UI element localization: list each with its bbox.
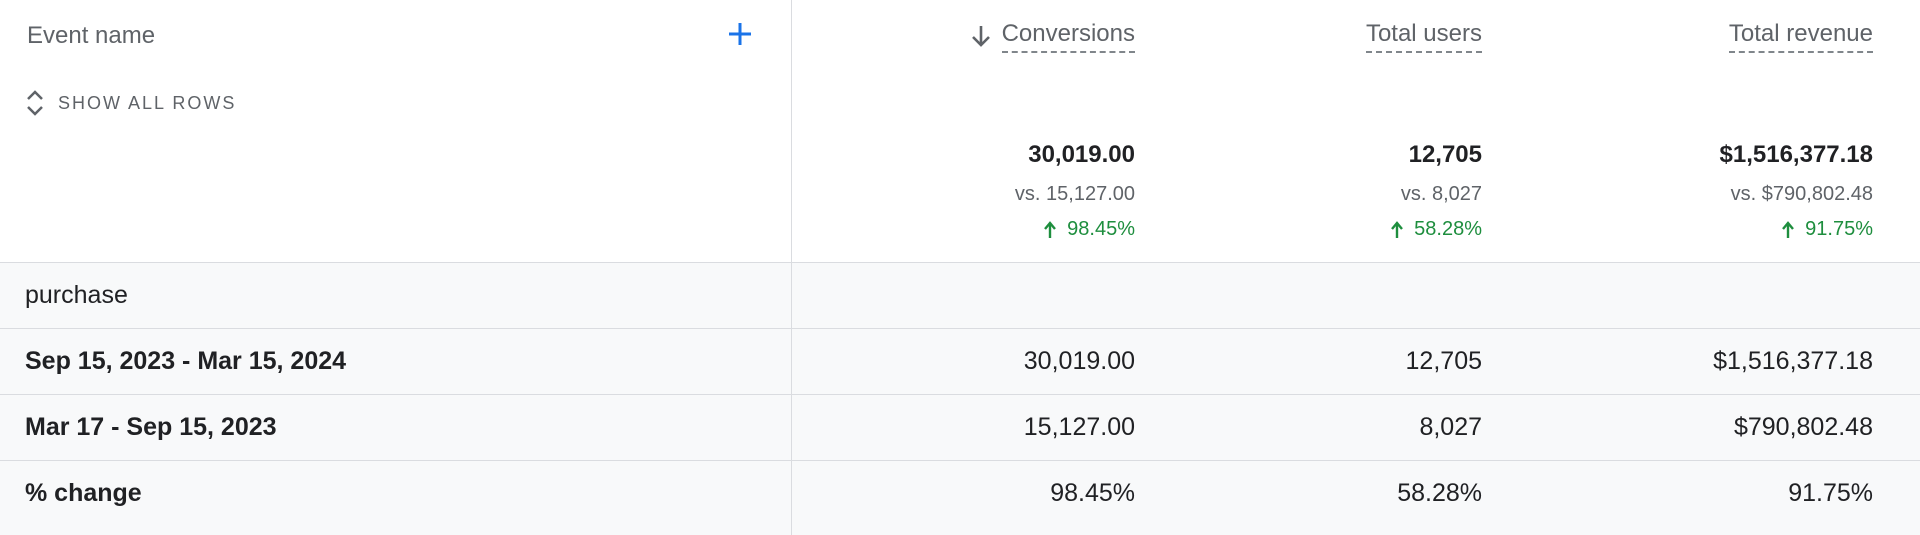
column-title-total-revenue: Total revenue (1728, 20, 1873, 53)
cell-conversions: 15,127.00 (1023, 413, 1135, 441)
total-value: 30,019.00 (1028, 141, 1135, 168)
cell-conversions: 98.45% (1050, 479, 1135, 507)
show-all-rows-label: SHOW ALL ROWS (58, 92, 237, 113)
total-change-value: 58.28% (1414, 218, 1482, 240)
cell-conversions: 30,019.00 (1023, 347, 1135, 375)
show-all-rows-button[interactable]: SHOW ALL ROWS (24, 88, 236, 118)
row-label: Sep 15, 2023 - Mar 15, 2024 (25, 347, 347, 375)
column-title-conversions: Conversions (1001, 20, 1135, 53)
total-change: 58.28% (1390, 218, 1482, 241)
row-label: % change (25, 479, 142, 507)
arrow-up-icon (1391, 220, 1404, 238)
total-conversions: 30,019.00 vs. 15,127.00 98.45% (1015, 141, 1135, 241)
unfold-icon (27, 90, 43, 116)
arrow-up-icon (1782, 220, 1795, 238)
total-comparison: vs. 8,027 (1400, 183, 1482, 205)
row-label: purchase (25, 281, 128, 309)
table-row: Mar 17 - Sep 15, 2023 15,127.00 8,027 $7… (0, 395, 1920, 461)
total-change-value: 98.45% (1067, 218, 1135, 240)
total-comparison: vs. 15,127.00 (1014, 183, 1135, 205)
arrow-down-icon (971, 26, 990, 47)
event-name-header[interactable]: Event name (27, 22, 155, 50)
arrow-up-icon (1044, 220, 1057, 238)
total-revenue: $1,516,377.18 vs. $790,802.48 91.75% (1720, 141, 1873, 241)
total-change-value: 91.75% (1805, 218, 1873, 240)
total-comparison: vs. $790,802.48 (1730, 183, 1873, 205)
table-row-event[interactable]: purchase (0, 263, 1920, 329)
cell-total-revenue: $1,516,377.18 (1713, 347, 1873, 375)
total-value: $1,516,377.18 (1719, 141, 1873, 168)
column-header-total-revenue[interactable]: Total revenue (1728, 16, 1873, 56)
table-row: Sep 15, 2023 - Mar 15, 2024 30,019.00 12… (0, 329, 1920, 395)
plus-icon[interactable] (726, 20, 754, 48)
cell-total-revenue: 91.75% (1788, 479, 1873, 507)
table-header: Event name SHOW ALL ROWS Conversions Tot… (0, 0, 1920, 263)
row-label: Mar 17 - Sep 15, 2023 (25, 413, 277, 441)
table-row: % change 98.45% 58.28% 91.75% (0, 461, 1920, 535)
event-table: Event name SHOW ALL ROWS Conversions Tot… (0, 0, 1920, 535)
cell-total-users: 58.28% (1397, 479, 1482, 507)
total-change: 98.45% (1015, 218, 1135, 241)
column-title-total-users: Total users (1365, 20, 1482, 53)
cell-total-users: 12,705 (1405, 347, 1482, 375)
total-value: 12,705 (1408, 141, 1482, 168)
total-users: 12,705 vs. 8,027 58.28% (1390, 141, 1482, 241)
cell-total-users: 8,027 (1419, 413, 1482, 441)
column-divider (791, 0, 792, 535)
column-header-total-users[interactable]: Total users (1365, 16, 1482, 56)
cell-total-revenue: $790,802.48 (1733, 413, 1873, 441)
total-change: 91.75% (1720, 218, 1873, 241)
column-header-conversions[interactable]: Conversions (968, 16, 1135, 56)
